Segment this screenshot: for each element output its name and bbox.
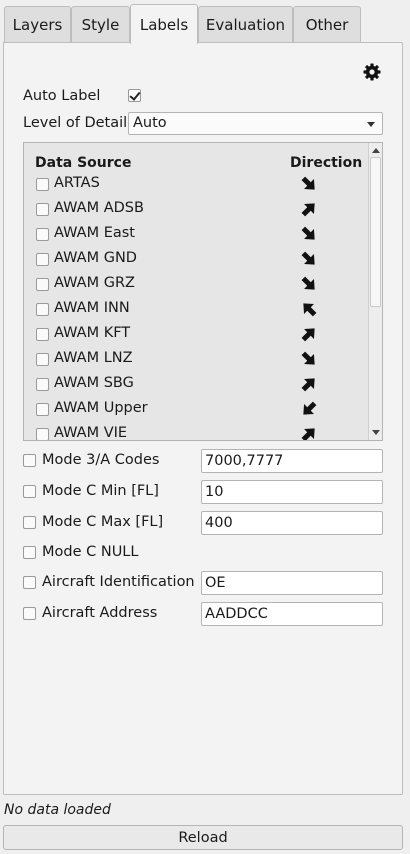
- aircraft-address-input[interactable]: AADDCC: [201, 602, 383, 626]
- chevron-down-icon: [367, 122, 375, 127]
- list-item[interactable]: AWAM KFT: [24, 322, 368, 347]
- list-item[interactable]: AWAM GRZ: [24, 272, 368, 297]
- data-source-name: AWAM Upper: [54, 400, 148, 416]
- direction-header: Direction: [290, 155, 363, 171]
- mode-c-min-checkbox[interactable]: [23, 485, 36, 498]
- tab-evaluation[interactable]: Evaluation: [198, 6, 293, 42]
- data-source-checkbox[interactable]: [36, 428, 49, 440]
- mode-c-max-input[interactable]: 400: [201, 511, 383, 535]
- list-item[interactable]: AWAM Upper: [24, 397, 368, 422]
- direction-arrow-icon: [303, 401, 317, 415]
- data-source-name: AWAM East: [54, 225, 135, 241]
- data-source-checkbox[interactable]: [36, 228, 49, 241]
- data-source-name: AWAM VIE: [54, 425, 128, 441]
- aircraft-identification-input[interactable]: OE: [201, 571, 383, 595]
- data-source-checkbox[interactable]: [36, 203, 49, 216]
- data-source-name: AWAM GND: [54, 250, 137, 266]
- tab-layers[interactable]: Layers: [4, 6, 71, 42]
- mode-c-min-input[interactable]: 10: [201, 480, 383, 504]
- data-source-name: AWAM LNZ: [54, 350, 133, 366]
- direction-arrow-icon: [301, 251, 315, 265]
- level-of-detail-label: Level of Detail: [23, 115, 128, 131]
- list-item[interactable]: ARTAS: [24, 172, 368, 197]
- data-source-name: AWAM KFT: [54, 325, 131, 341]
- auto-label-label: Auto Label: [23, 88, 101, 104]
- data-source-name: AWAM ADSB: [54, 200, 144, 216]
- list-item[interactable]: AWAM GND: [24, 247, 368, 272]
- tab-style[interactable]: Style: [71, 6, 130, 42]
- mode-c-max-checkbox[interactable]: [23, 516, 36, 529]
- list-item[interactable]: AWAM ADSB: [24, 197, 368, 222]
- mode-c-min-label: Mode C Min [FL]: [42, 483, 159, 499]
- list-item[interactable]: AWAM East: [24, 222, 368, 247]
- auto-label-checkbox[interactable]: [128, 89, 141, 102]
- list-item[interactable]: AWAM VIE: [24, 422, 368, 441]
- list-item[interactable]: AWAM SBG: [24, 372, 368, 397]
- list-scrollbar[interactable]: [368, 143, 382, 440]
- direction-arrow-icon: [303, 303, 317, 317]
- direction-arrow-icon: [301, 276, 315, 290]
- scroll-handle[interactable]: [370, 157, 381, 307]
- data-source-name: AWAM INN: [54, 300, 130, 316]
- data-source-checkbox[interactable]: [36, 328, 49, 341]
- direction-arrow-icon: [301, 428, 315, 440]
- data-source-header: Data Source: [35, 155, 132, 171]
- data-source-checkbox[interactable]: [36, 253, 49, 266]
- aircraft-identification-checkbox[interactable]: [23, 576, 36, 589]
- level-of-detail-value: Auto: [133, 115, 167, 131]
- data-source-checkbox[interactable]: [36, 378, 49, 391]
- direction-arrow-icon: [301, 176, 315, 190]
- data-source-name: AWAM SBG: [54, 375, 134, 391]
- data-source-checkbox[interactable]: [36, 403, 49, 416]
- direction-arrow-icon: [301, 203, 315, 217]
- direction-arrow-icon: [301, 226, 315, 240]
- data-source-checkbox[interactable]: [36, 353, 49, 366]
- mode-3a-label: Mode 3/A Codes: [42, 452, 160, 468]
- direction-arrow-icon: [301, 328, 315, 342]
- aircraft-address-label: Aircraft Address: [42, 605, 158, 621]
- data-source-name: ARTAS: [54, 175, 100, 191]
- direction-arrow-icon: [301, 351, 315, 365]
- data-source-checkbox[interactable]: [36, 303, 49, 316]
- reload-button[interactable]: Reload: [3, 825, 403, 850]
- data-source-checkbox[interactable]: [36, 278, 49, 291]
- mode-c-max-label: Mode C Max [FL]: [42, 514, 164, 530]
- aircraft-address-checkbox[interactable]: [23, 607, 36, 620]
- list-item[interactable]: AWAM INN: [24, 297, 368, 322]
- status-text: No data loaded: [4, 802, 111, 818]
- mode-3a-input[interactable]: 7000,7777: [201, 449, 383, 473]
- gear-icon[interactable]: [362, 62, 382, 82]
- scroll-up-icon[interactable]: [372, 148, 380, 153]
- aircraft-identification-label: Aircraft Identification: [42, 574, 195, 590]
- data-source-name: AWAM GRZ: [54, 275, 135, 291]
- tab-labels[interactable]: Labels: [130, 4, 198, 44]
- level-of-detail-select[interactable]: Auto: [128, 112, 383, 135]
- mode-c-null-checkbox[interactable]: [23, 546, 36, 559]
- scroll-down-icon[interactable]: [372, 430, 380, 435]
- mode-c-null-label: Mode C NULL: [42, 544, 139, 560]
- direction-arrow-icon: [301, 378, 315, 392]
- list-item[interactable]: AWAM LNZ: [24, 347, 368, 372]
- data-source-list[interactable]: Data Source Direction ARTAS AWAM ADSB AWAM…: [23, 142, 383, 441]
- data-source-checkbox[interactable]: [36, 178, 49, 191]
- mode-3a-checkbox[interactable]: [23, 454, 36, 467]
- tab-other[interactable]: Other: [293, 6, 361, 42]
